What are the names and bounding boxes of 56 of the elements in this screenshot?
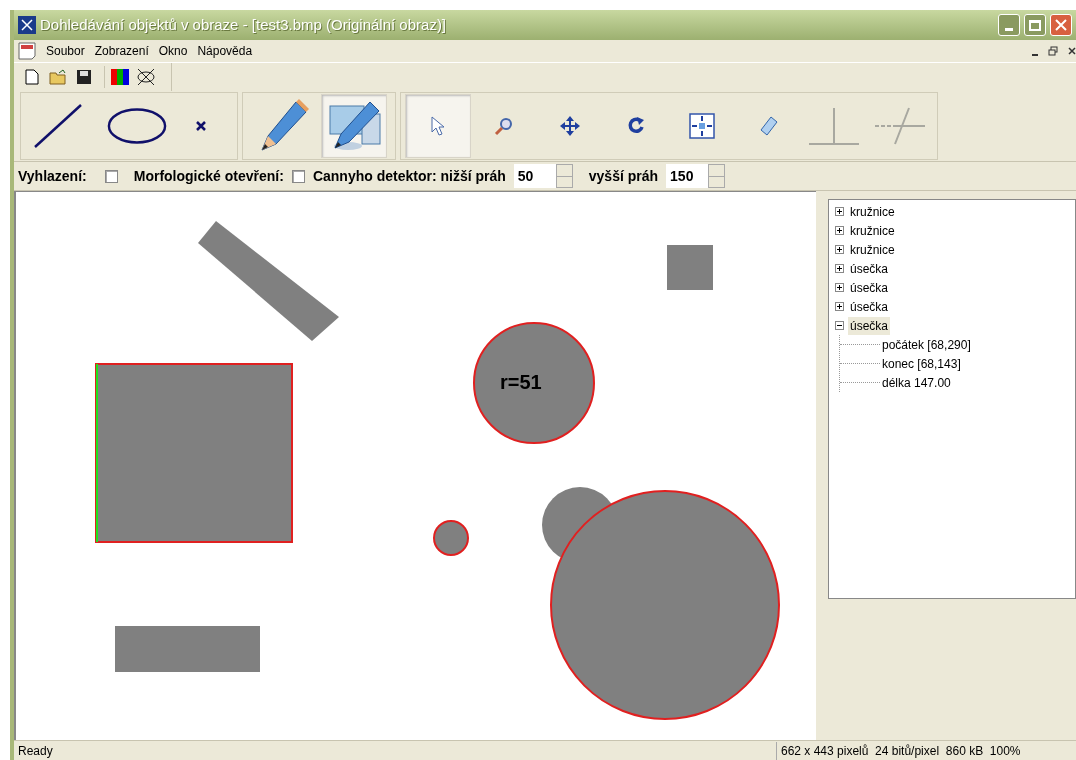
tree-item[interactable]: kružnice xyxy=(848,240,897,259)
option-label: vyšší práh xyxy=(588,166,659,186)
mdi-restore-icon[interactable] xyxy=(1048,46,1058,56)
expand-toggle-icon[interactable] xyxy=(835,283,844,292)
tree-item[interactable]: konec [68,143] xyxy=(880,354,961,373)
new-file-icon xyxy=(25,69,39,85)
tree-item[interactable]: úsečka xyxy=(848,316,891,335)
checkbox[interactable] xyxy=(291,169,305,183)
option-label: Vyhlazení: xyxy=(18,166,87,186)
ellipse-tool-icon xyxy=(106,106,168,146)
folder-icon xyxy=(49,69,67,85)
cross-tool-icon xyxy=(195,120,207,132)
tree-item[interactable]: délka 147.00 xyxy=(880,373,951,392)
close-icon xyxy=(1055,19,1067,31)
checkbox[interactable] xyxy=(104,169,118,183)
tree-item[interactable]: kružnice xyxy=(848,221,897,240)
expand-toggle-icon[interactable] xyxy=(835,207,844,216)
move-arrows-icon xyxy=(559,115,581,137)
option-label: Morfologické otevření: xyxy=(133,166,284,186)
expand-toggle-icon[interactable] xyxy=(835,226,844,235)
collapse-toggle-icon[interactable] xyxy=(835,321,844,330)
low-threshold-field[interactable]: 50 xyxy=(513,164,556,188)
tree-item[interactable]: úsečka xyxy=(848,259,891,278)
status-info: 662 x 443 pixelů 24 bitů/pixel 860 kB 100% xyxy=(776,741,1076,760)
status-message: Ready xyxy=(17,742,54,760)
expand-toggle-icon[interactable] xyxy=(835,264,844,273)
crossed-eye-icon xyxy=(136,68,156,86)
option-label: Cannyho detektor: nižší práh xyxy=(312,166,506,186)
tree-item[interactable]: úsečka xyxy=(848,297,891,316)
expand-toggle-icon[interactable] xyxy=(835,302,844,311)
pointer-icon xyxy=(431,116,445,136)
color-bars-icon xyxy=(109,68,130,86)
rotate-icon xyxy=(626,116,646,136)
expand-toggle-icon[interactable] xyxy=(835,245,844,254)
tree-item[interactable]: kružnice xyxy=(848,202,897,221)
magnifier-icon xyxy=(494,116,514,136)
maximize-button[interactable] xyxy=(1024,14,1046,36)
tree-item[interactable]: počátek [68,290] xyxy=(880,335,971,354)
tree-item[interactable]: úsečka xyxy=(848,278,891,297)
toolbar-button[interactable] xyxy=(136,66,156,88)
high-threshold-field[interactable]: 150 xyxy=(666,164,709,188)
mdi-close-icon[interactable] xyxy=(1068,47,1076,55)
toolbar-button[interactable] xyxy=(104,66,130,88)
fit-window-icon xyxy=(689,113,715,139)
intersecting-lines-icon xyxy=(873,106,927,146)
app-icon xyxy=(18,16,36,34)
radius-label: r=51 xyxy=(500,372,542,392)
document-icon xyxy=(18,42,36,60)
menu-item[interactable]: Soubor xyxy=(46,42,85,60)
menu-item[interactable]: Nápověda xyxy=(197,42,253,60)
perpendicular-icon xyxy=(807,106,861,146)
menu-item[interactable]: Zobrazení xyxy=(94,42,149,60)
menu-item[interactable]: Okno xyxy=(158,42,188,60)
close-button[interactable] xyxy=(1050,14,1072,36)
minimize-button[interactable] xyxy=(998,14,1020,36)
window-title: Dohledávání objektů v obraze - [test3.bmp (Originální obraz)] xyxy=(40,14,448,35)
